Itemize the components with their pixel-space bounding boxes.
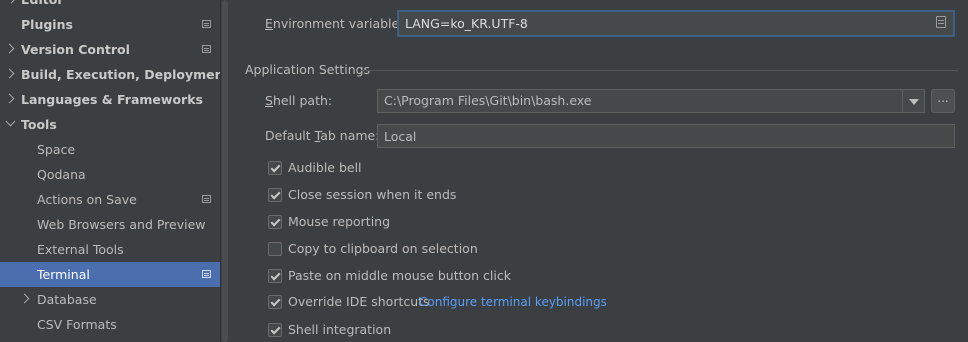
checkbox-checked[interactable] — [268, 188, 282, 202]
chevron-right-icon — [6, 0, 17, 4]
chevron-down-icon[interactable] — [909, 99, 919, 105]
sidebar-item-database[interactable]: Database — [0, 287, 220, 312]
settings-sidebar: Editor Plugins Version Control Build, Ex… — [0, 0, 220, 342]
chevron-right-icon — [4, 93, 15, 104]
checkbox-checked[interactable] — [268, 295, 282, 309]
section-separator — [361, 70, 958, 71]
chevron-right-icon — [4, 43, 15, 54]
terminal-settings-panel: Environment variables: Application Setti… — [228, 0, 968, 342]
checkbox-unchecked[interactable] — [268, 242, 282, 256]
combo-divider — [902, 90, 903, 112]
checkbox-checked[interactable] — [268, 215, 282, 229]
sidebar-item-qodana[interactable]: Qodana — [0, 162, 220, 187]
browse-button[interactable]: ... — [931, 89, 955, 113]
sidebar-item-languages-frameworks[interactable]: Languages & Frameworks — [0, 87, 220, 112]
sidebar-item-space[interactable]: Space — [0, 137, 220, 162]
chevron-down-icon — [5, 116, 16, 127]
checkbox-checked[interactable] — [268, 269, 282, 283]
default-tab-name-input[interactable] — [377, 124, 955, 148]
document-icon[interactable] — [936, 16, 946, 28]
shell-path-label: Shell path: — [265, 93, 333, 108]
shell-path-value: C:\Program Files\Git\bin\bash.exe — [384, 93, 592, 108]
sidebar-item-actions-on-save[interactable]: Actions on Save — [0, 187, 220, 212]
shell-path-combobox[interactable]: C:\Program Files\Git\bin\bash.exe — [377, 89, 925, 113]
chevron-right-icon — [4, 68, 15, 79]
configure-keybindings-link[interactable]: Configure terminal keybindings — [419, 294, 607, 310]
project-settings-icon — [202, 270, 211, 278]
sidebar-item-terminal[interactable]: Terminal — [0, 262, 220, 287]
sidebar-item-tools[interactable]: Tools — [0, 112, 220, 137]
default-tab-name-label: Default Tab name: — [265, 128, 380, 143]
sidebar-item-version-control[interactable]: Version Control — [0, 37, 220, 62]
sidebar-item-plugins[interactable]: Plugins — [0, 12, 220, 37]
sidebar-item-editor[interactable]: Editor — [0, 0, 220, 12]
project-settings-icon — [202, 20, 211, 28]
sidebar-item-build-execution-deployment[interactable]: Build, Execution, Deployment — [0, 62, 220, 87]
application-settings-title: Application Settings — [245, 62, 371, 77]
checkbox-checked[interactable] — [268, 161, 282, 175]
project-settings-icon — [202, 45, 211, 53]
checkbox-checked[interactable] — [268, 323, 282, 337]
sidebar-item-csv-formats[interactable]: CSV Formats — [0, 312, 220, 337]
env-variables-input[interactable] — [397, 10, 955, 37]
chevron-right-icon — [19, 293, 30, 304]
sidebar-item-web-browsers[interactable]: Web Browsers and Preview — [0, 212, 220, 237]
project-settings-icon — [202, 195, 211, 203]
sidebar-item-external-tools[interactable]: External Tools — [0, 237, 220, 262]
env-variables-label: Environment variables: — [265, 16, 410, 31]
